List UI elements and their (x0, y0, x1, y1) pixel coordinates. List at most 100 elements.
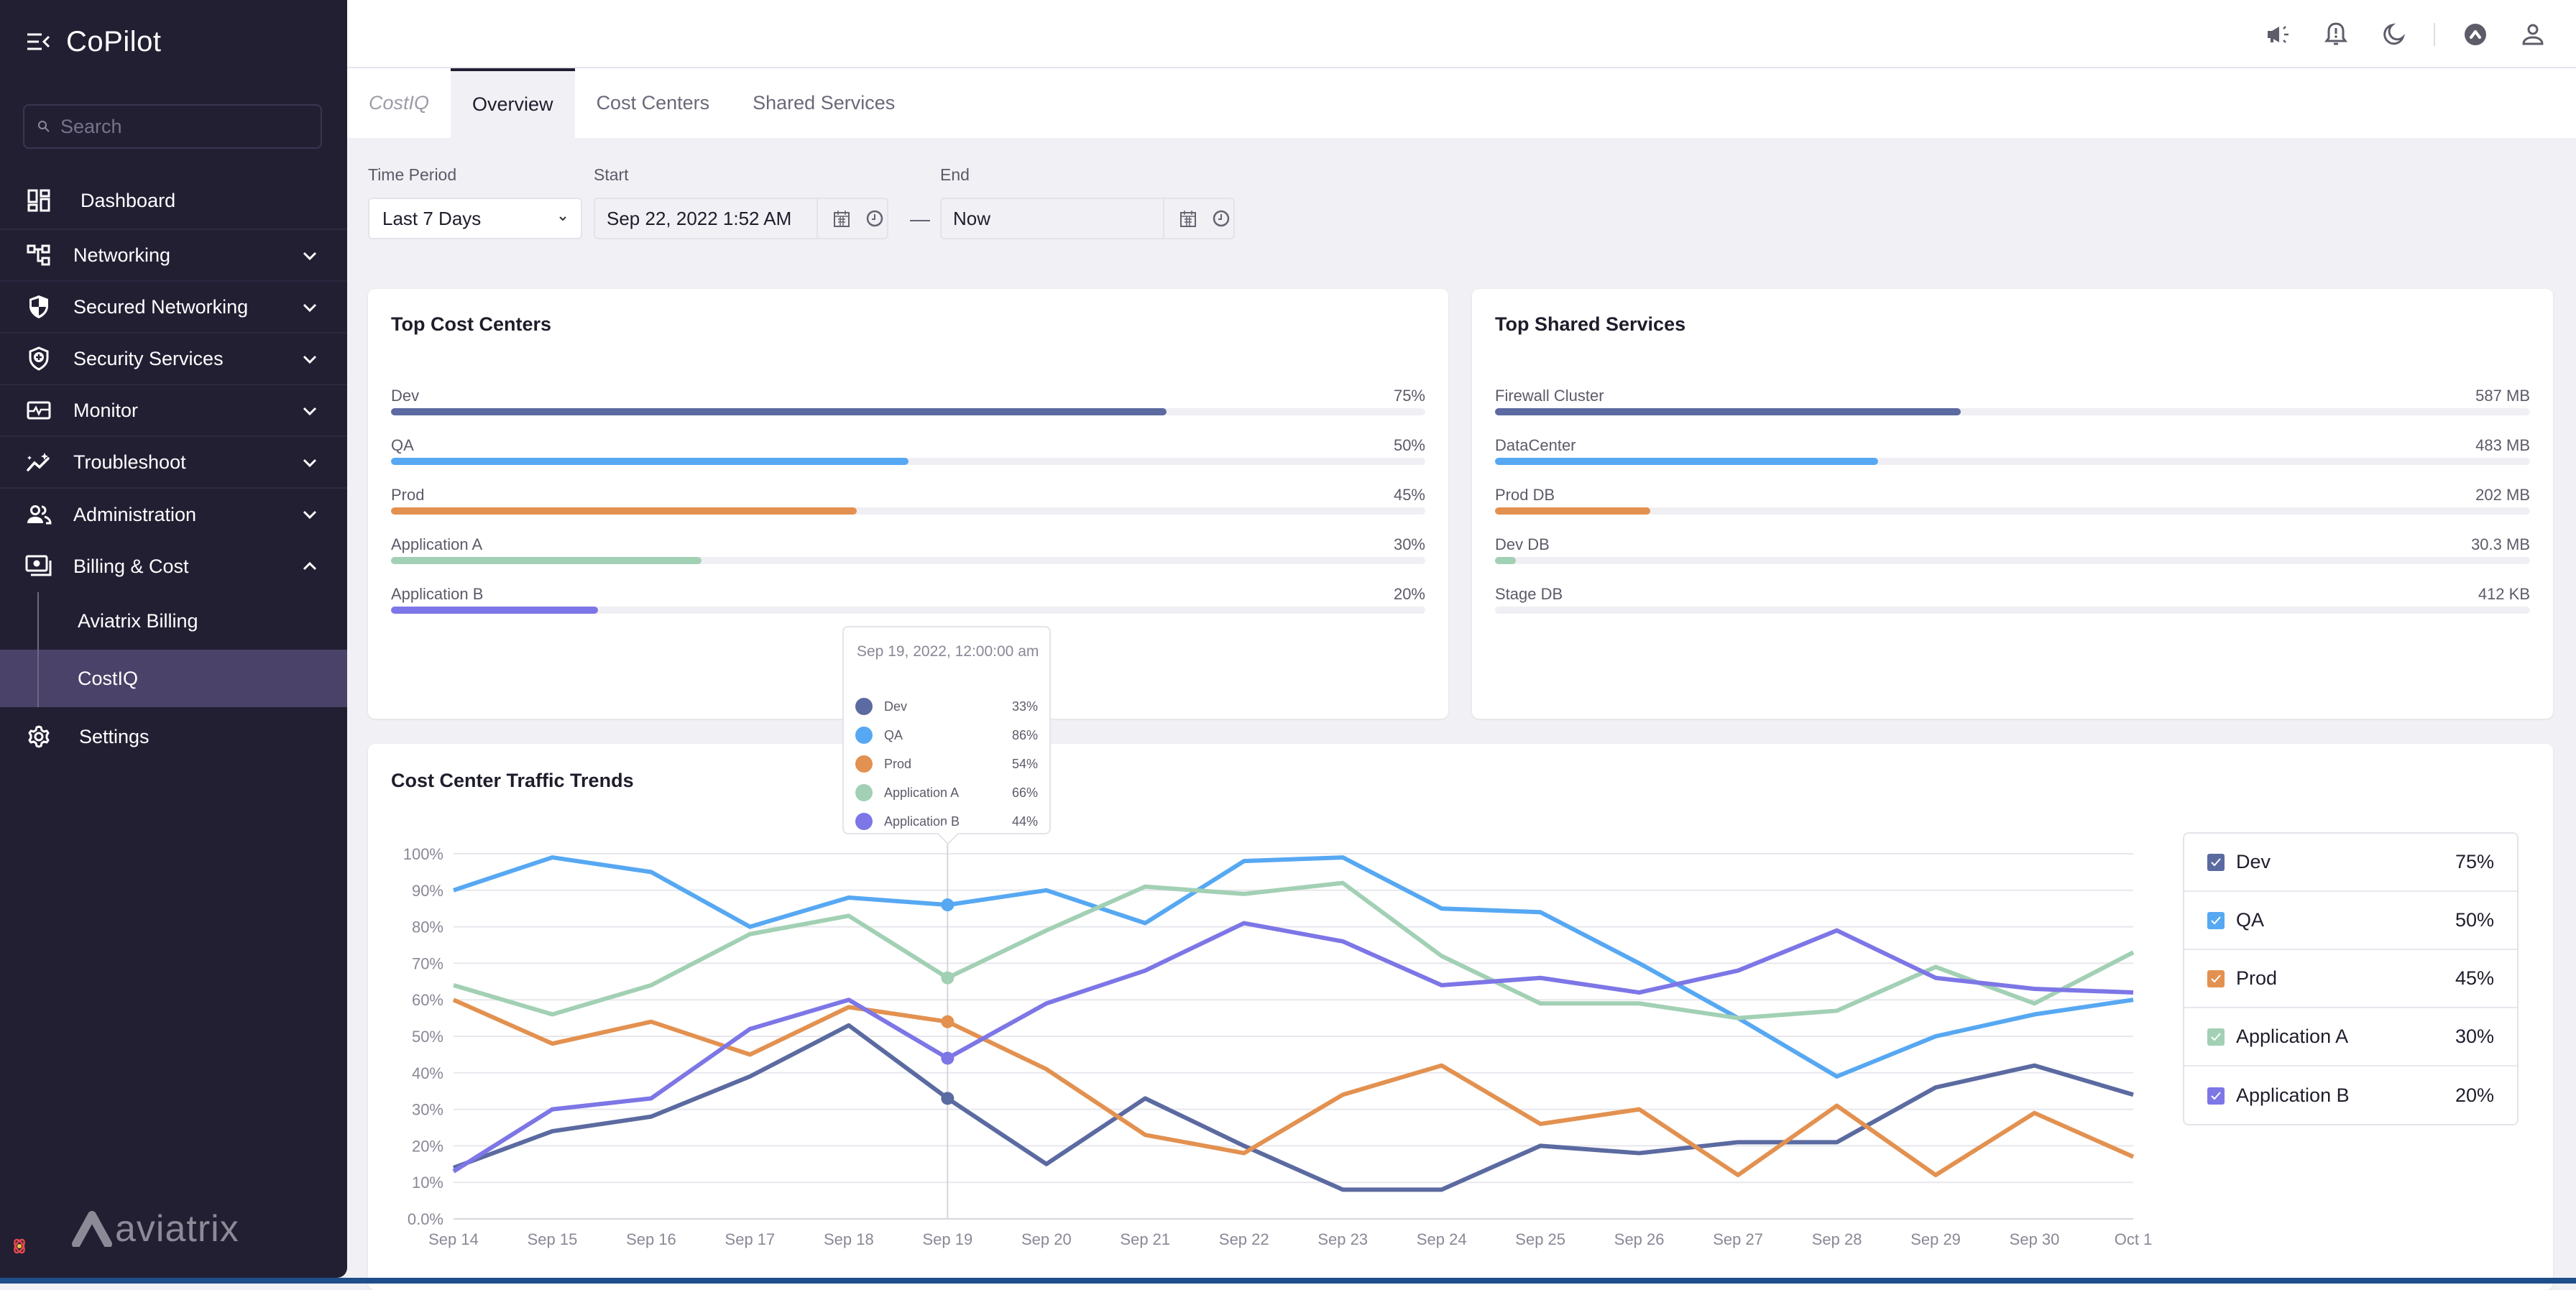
aviatrix-logo-text: aviatrix (115, 1208, 239, 1250)
tooltip-row: Prod 54% (855, 750, 1038, 778)
time-period-select[interactable]: Last 7 Days (368, 198, 582, 239)
bar-track (391, 408, 1425, 415)
chevron-down-icon (303, 303, 317, 313)
bar-row: QA 50% (391, 436, 1425, 486)
legend-value: 75% (2455, 851, 2494, 872)
shield-half-icon (24, 292, 53, 321)
sidebar-subitem-aviatrix-billing[interactable]: Aviatrix Billing (0, 592, 347, 650)
sidebar-search[interactable] (23, 104, 322, 149)
bar-value: 483 MB (2475, 436, 2530, 454)
legend-checkbox[interactable] (2207, 1028, 2225, 1046)
start-date-input[interactable] (595, 206, 816, 231)
tooltip-series-value: 66% (1011, 785, 1038, 800)
card-title: Top Cost Centers (391, 313, 552, 335)
tab-shared-services[interactable]: Shared Services (731, 68, 916, 138)
end-group: End (940, 165, 1235, 239)
legend-checkbox[interactable] (2207, 853, 2225, 871)
legend-value: 45% (2455, 967, 2494, 989)
bar-fill (391, 607, 598, 614)
legend-item[interactable]: Dev 75% (2184, 834, 2517, 892)
tab-overview[interactable]: Overview (451, 68, 575, 138)
sidebar-item-billing-cost[interactable]: Billing & Cost (0, 540, 347, 592)
bar-fill (391, 557, 702, 564)
legend-item[interactable]: QA 50% (2184, 892, 2517, 950)
sidebar-item-secured-networking[interactable]: Secured Networking (0, 282, 347, 333)
chevron-down-icon (303, 355, 317, 364)
bar-label: Application A (391, 535, 483, 553)
react-devtools-icon (14, 1238, 25, 1254)
start-datetime (594, 198, 888, 239)
calendar-icon[interactable] (832, 209, 851, 228)
tooltip-row: Dev 33% (855, 692, 1038, 721)
chart-legend: Dev 75% QA 50% Prod 45% Application A 30% Applic… (2183, 832, 2518, 1125)
moon-icon[interactable] (2379, 20, 2408, 49)
legend-item[interactable]: Application B 20% (2184, 1066, 2517, 1125)
bar-label: Stage DB (1495, 585, 1563, 603)
cost-center-bars: Dev 75% QA 50% Prod 45% Application A 30% Applic… (391, 387, 1425, 635)
bar-row: Dev 75% (391, 387, 1425, 436)
search-input[interactable] (59, 114, 306, 139)
sidebar-item-troubleshoot[interactable]: Troubleshoot (0, 437, 347, 489)
series-dot (855, 698, 873, 715)
start-label: Start (594, 165, 629, 184)
chart-tooltip: Sep 19, 2022, 12:00:00 am Dev 33% QA 86% Pro… (842, 626, 1051, 845)
collapse-menu-icon[interactable] (26, 32, 50, 51)
legend-checkbox[interactable] (2207, 969, 2225, 987)
bar-fill (391, 408, 1167, 415)
bar-row: Application A 30% (391, 535, 1425, 585)
check-icon (2211, 1091, 2221, 1100)
legend-checkbox[interactable] (2207, 911, 2225, 929)
bar-fill (1495, 458, 1878, 465)
legend-name: QA (2236, 909, 2265, 931)
sidebar: CoPilot Dashboard Networking Secured Net… (0, 0, 347, 1278)
bar-value: 50% (1393, 436, 1425, 454)
bar-label: DataCenter (1495, 436, 1576, 454)
tooltip-series-value: 33% (1011, 699, 1038, 714)
tab-cost-centers[interactable]: Cost Centers (575, 68, 732, 138)
sidebar-item-security-services[interactable]: Security Services (0, 333, 347, 385)
sidebar-item-dashboard[interactable]: Dashboard (0, 172, 347, 230)
bar-row: Dev DB 30.3 MB (1495, 535, 2530, 585)
bar-row: Prod 45% (391, 486, 1425, 535)
range-separator: — (910, 208, 930, 230)
user-icon[interactable] (2518, 20, 2547, 49)
series-dot (855, 784, 873, 801)
legend-item[interactable]: Prod 45% (2184, 950, 2517, 1008)
tooltip-series-name: Prod (884, 756, 912, 771)
sidebar-item-monitor[interactable]: Monitor (0, 385, 347, 437)
sidebar-item-administration[interactable]: Administration (0, 489, 347, 540)
sidebar-item-label: Billing & Cost (73, 555, 189, 577)
dashboard-icon (24, 186, 53, 215)
top-bar-icons (2235, 20, 2547, 49)
submenu-rail (37, 592, 39, 707)
end-date-input[interactable] (942, 206, 1163, 231)
bar-track (391, 458, 1425, 465)
top-bar (347, 0, 2576, 68)
megaphone-icon[interactable] (2264, 20, 2293, 49)
billing-submenu: Aviatrix Billing CostIQ (0, 592, 347, 707)
gear-icon (24, 722, 53, 751)
bar-track (1495, 507, 2530, 515)
series-dot (855, 727, 873, 744)
sidebar-nav: Dashboard Networking Secured Networking … (0, 172, 347, 766)
aviatrix-circle-icon[interactable] (2461, 20, 2490, 49)
sidebar-item-label: Settings (79, 725, 150, 747)
legend-item[interactable]: Application A 30% (2184, 1008, 2517, 1066)
time-period-label: Time Period (368, 165, 457, 184)
breadcrumb-costiq[interactable]: CostIQ (347, 68, 451, 138)
clock-icon[interactable] (865, 209, 884, 228)
tooltip-series-name: Dev (884, 699, 908, 714)
bar-row: Firewall Cluster 587 MB (1495, 387, 2530, 436)
chevron-down-icon (303, 459, 317, 468)
calendar-icon[interactable] (1179, 209, 1197, 228)
legend-checkbox[interactable] (2207, 1087, 2225, 1105)
aviatrix-logo-icon (72, 1211, 112, 1247)
legend-name: Dev (2236, 851, 2271, 872)
check-icon (2211, 974, 2221, 982)
clock-icon[interactable] (1212, 209, 1230, 228)
sidebar-subitem-costiq[interactable]: CostIQ (0, 650, 347, 707)
bell-alert-icon[interactable] (2322, 20, 2350, 49)
sidebar-item-settings[interactable]: Settings (0, 707, 347, 766)
bar-value: 412 KB (2478, 585, 2530, 603)
sidebar-item-networking[interactable]: Networking (0, 230, 347, 282)
